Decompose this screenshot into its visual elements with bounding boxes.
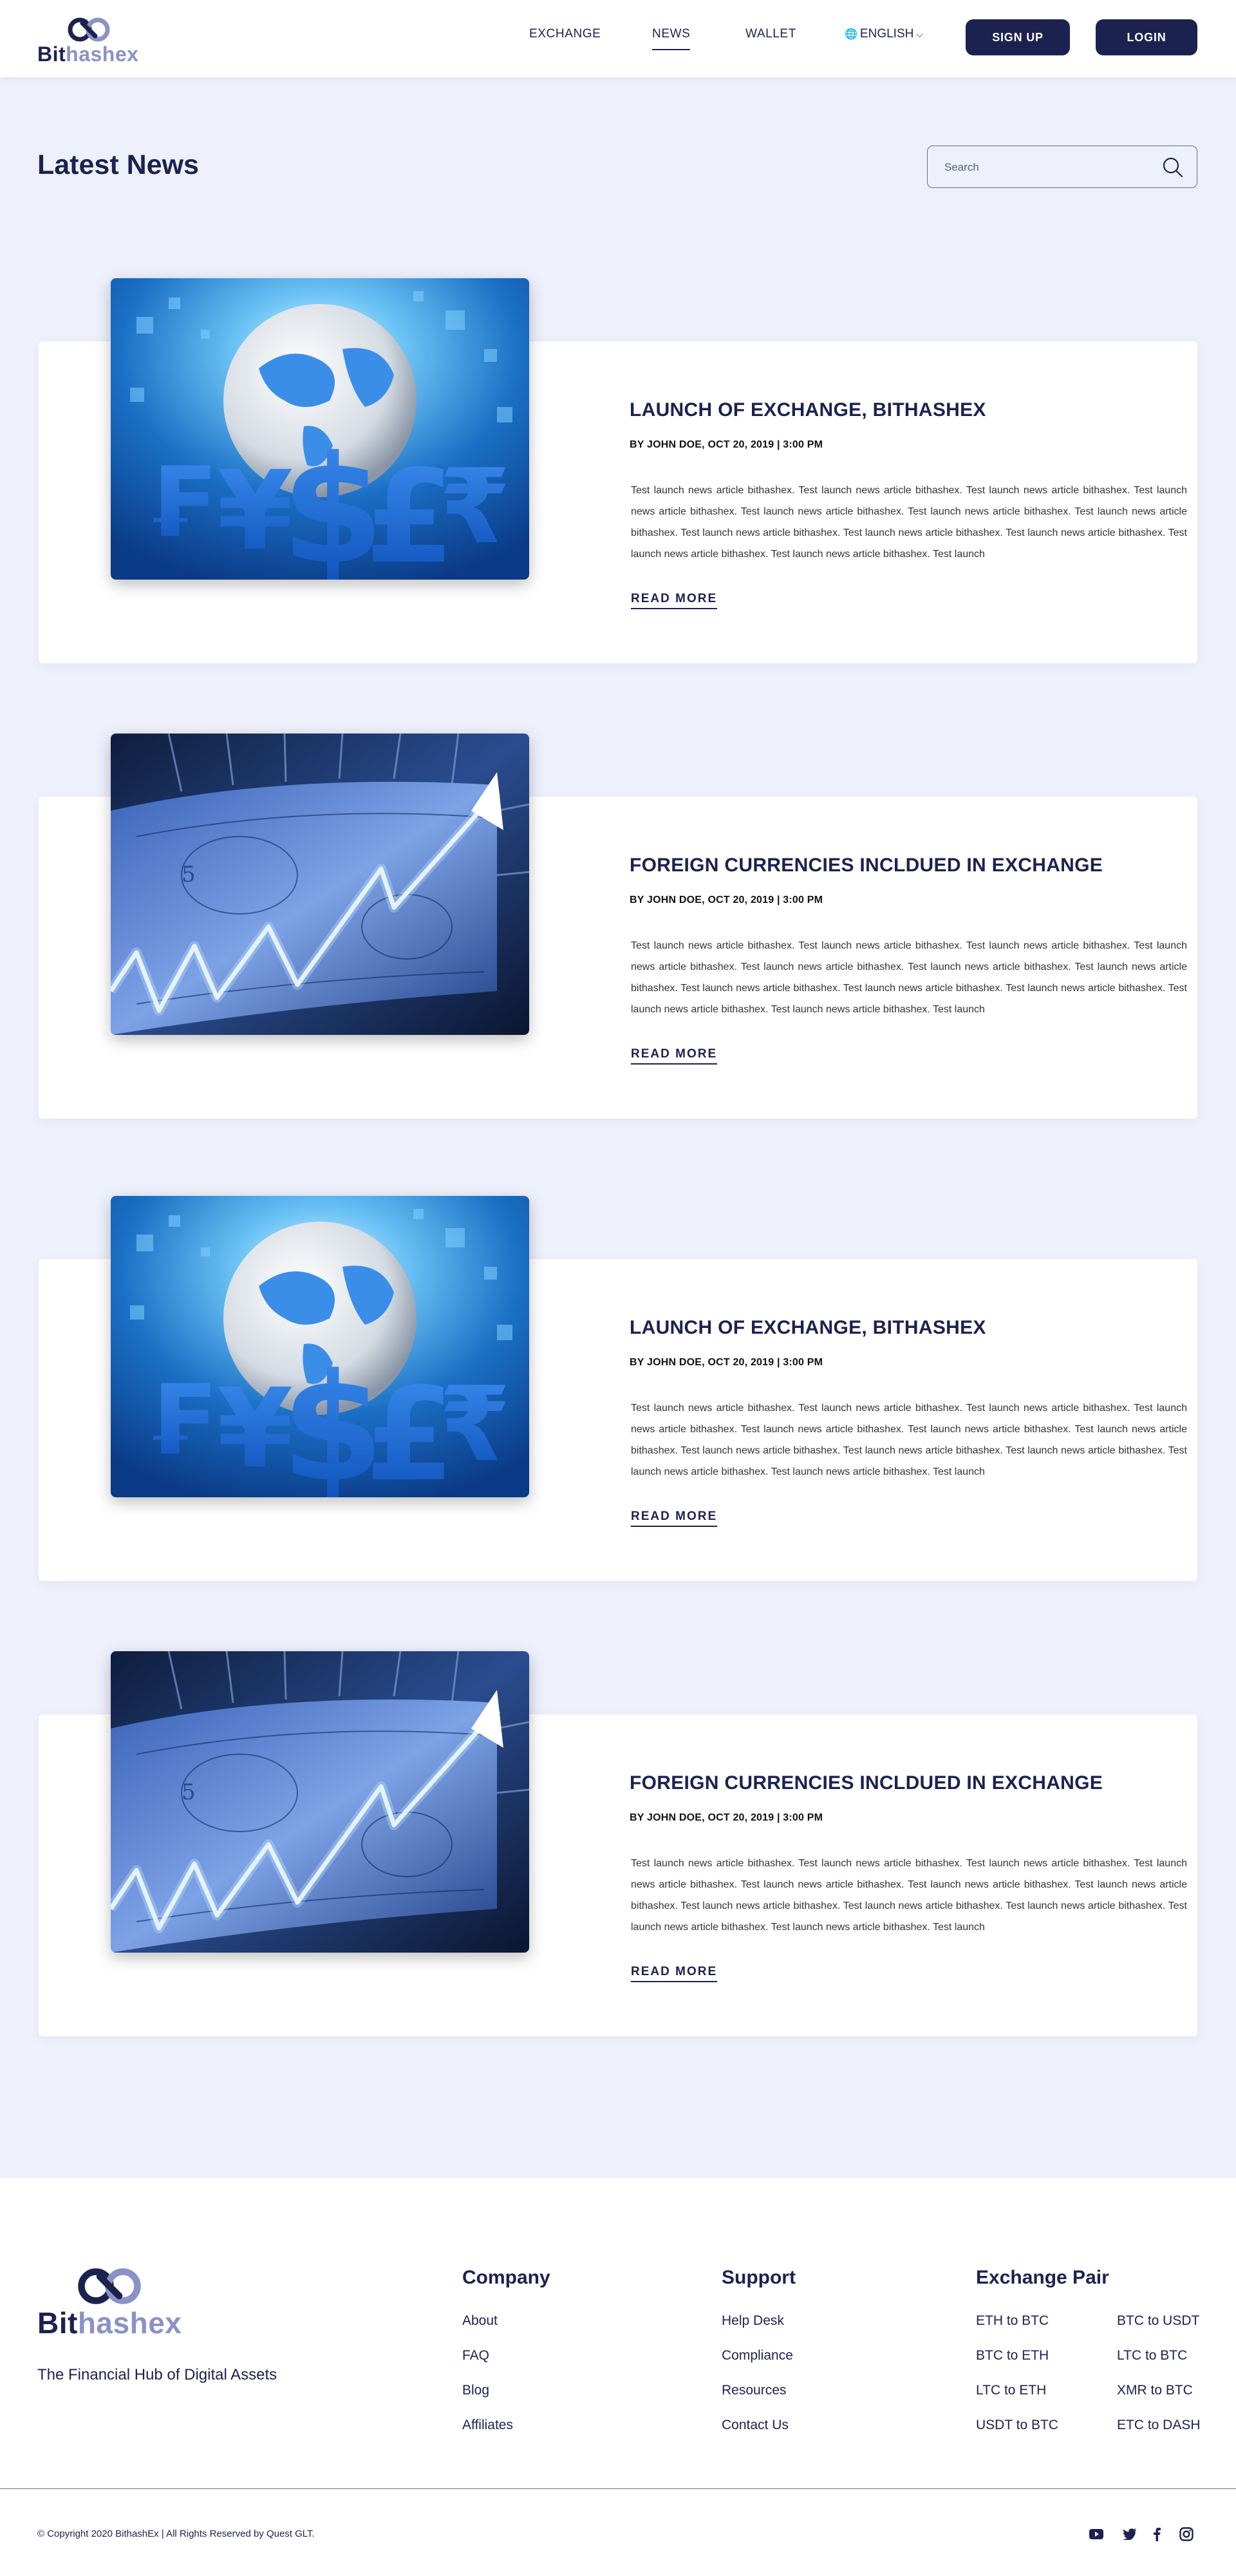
search-input[interactable] [944, 159, 1150, 176]
language-label: ENGLISH [859, 27, 914, 41]
svg-text:₹: ₹ [439, 446, 510, 567]
footer-pair-btc-eth[interactable]: BTC to ETH [976, 2348, 1049, 2363]
footer-logo-wordmark: Bithashex [37, 2306, 182, 2340]
search-box[interactable] [927, 146, 1197, 188]
article-meta: BY JOHN DOE, OCT 20, 2019 | 3:00 PM [630, 1357, 823, 1368]
footer-link-about[interactable]: About [462, 2313, 498, 2329]
footer-pair-ltc-eth[interactable]: LTC to ETH [976, 2383, 1046, 2398]
article-body: Test launch news article bithashex. Test… [631, 1403, 1187, 1477]
nav-wallet[interactable]: WALLET [745, 27, 796, 48]
footer-pair-etc-dash[interactable]: ETC to DASH [1117, 2418, 1201, 2433]
nav-news[interactable]: NEWS [652, 27, 691, 50]
footer-pair-eth-btc[interactable]: ETH to BTC [976, 2313, 1049, 2329]
site-header: Bithashex EXCHANGE NEWS WALLET 🌐 ENGLISH… [0, 0, 1236, 77]
bithashex-logo[interactable]: Bithashex [37, 14, 147, 66]
language-selector[interactable]: 🌐 ENGLISH ⌵ [845, 27, 923, 41]
chevron-down-icon: ⌵ [916, 28, 923, 39]
twitter-icon[interactable] [1121, 2526, 1138, 2543]
footer-link-faq[interactable]: FAQ [462, 2348, 489, 2363]
footer-link-compliance[interactable]: Compliance [722, 2348, 793, 2363]
logo-wordmark: Bithashex [37, 43, 139, 66]
article-title[interactable]: LAUNCH OF EXCHANGE, BITHASHEX [630, 399, 986, 421]
dollar-arrow-image[interactable]: 5 [111, 734, 529, 1035]
signup-button[interactable]: SIGN UP [966, 19, 1070, 55]
login-button[interactable]: LOGIN [1096, 19, 1197, 55]
footer-pair-ltc-btc[interactable]: LTC to BTC [1117, 2348, 1187, 2363]
article-meta: BY JOHN DOE, OCT 20, 2019 | 3:00 PM [630, 1812, 823, 1823]
footer-exchange-pair-heading: Exchange Pair [976, 2267, 1109, 2288]
svg-text:₣: ₣ [146, 447, 213, 559]
currency-globe-image[interactable]: ₣ ¥ $ £ ₹ [111, 278, 529, 580]
instagram-icon[interactable] [1178, 2526, 1195, 2543]
footer-divider [0, 2488, 1236, 2489]
read-more-link[interactable]: READ MORE [631, 592, 718, 609]
footer-link-help-desk[interactable]: Help Desk [722, 2313, 784, 2329]
read-more-link[interactable]: READ MORE [631, 1965, 718, 1982]
article-title[interactable]: FOREIGN CURRENCIES INCLDUED IN EXCHANGE [630, 855, 1103, 876]
youtube-icon[interactable] [1088, 2526, 1105, 2543]
footer-link-contact-us[interactable]: Contact Us [722, 2418, 789, 2433]
footer-support-heading: Support [722, 2267, 796, 2288]
article-meta: BY JOHN DOE, OCT 20, 2019 | 3:00 PM [630, 895, 823, 905]
article-meta: BY JOHN DOE, OCT 20, 2019 | 3:00 PM [630, 439, 823, 450]
article-body: Test launch news article bithashex. Test… [631, 485, 1187, 560]
footer-tagline: The Financial Hub of Digital Assets [37, 2366, 277, 2383]
globe-icon: 🌐 [845, 29, 857, 40]
page-title: Latest News [37, 149, 199, 180]
footer-pair-usdt-btc[interactable]: USDT to BTC [976, 2418, 1058, 2433]
read-more-link[interactable]: READ MORE [631, 1047, 718, 1065]
footer-link-resources[interactable]: Resources [722, 2383, 786, 2398]
dollar-arrow-image[interactable]: 5 [111, 1651, 529, 1953]
facebook-icon[interactable] [1148, 2526, 1165, 2543]
currency-globe-image[interactable]: ₣ ¥ $ £ ₹ [111, 1196, 529, 1497]
svg-text:₹: ₹ [439, 1364, 510, 1484]
article-body: Test launch news article bithashex. Test… [631, 1858, 1187, 1933]
search-icon[interactable] [1161, 155, 1185, 180]
copyright-text: © Copyright 2020 BithashEx | All Rights … [37, 2528, 315, 2539]
article-title[interactable]: FOREIGN CURRENCIES INCLDUED IN EXCHANGE [630, 1772, 1103, 1794]
article-title[interactable]: LAUNCH OF EXCHANGE, BITHASHEX [630, 1317, 986, 1339]
footer-pair-btc-usdt[interactable]: BTC to USDT [1117, 2313, 1199, 2329]
read-more-link[interactable]: READ MORE [631, 1510, 718, 1527]
footer-link-blog[interactable]: Blog [462, 2383, 489, 2398]
site-footer: Bithashex The Financial Hub of Digital A… [0, 2178, 1236, 2576]
footer-company-heading: Company [462, 2267, 550, 2288]
logo-mark-icon [68, 17, 110, 42]
logo-mark-icon [78, 2268, 141, 2304]
footer-pair-xmr-btc[interactable]: XMR to BTC [1117, 2383, 1193, 2398]
nav-exchange[interactable]: EXCHANGE [529, 27, 601, 48]
svg-text:₣: ₣ [146, 1365, 213, 1477]
footer-link-affiliates[interactable]: Affiliates [462, 2418, 513, 2433]
article-body: Test launch news article bithashex. Test… [631, 940, 1187, 1015]
footer-logo[interactable]: Bithashex [37, 2263, 185, 2340]
svg-text:5: 5 [182, 1779, 196, 1805]
svg-text:5: 5 [182, 862, 196, 887]
